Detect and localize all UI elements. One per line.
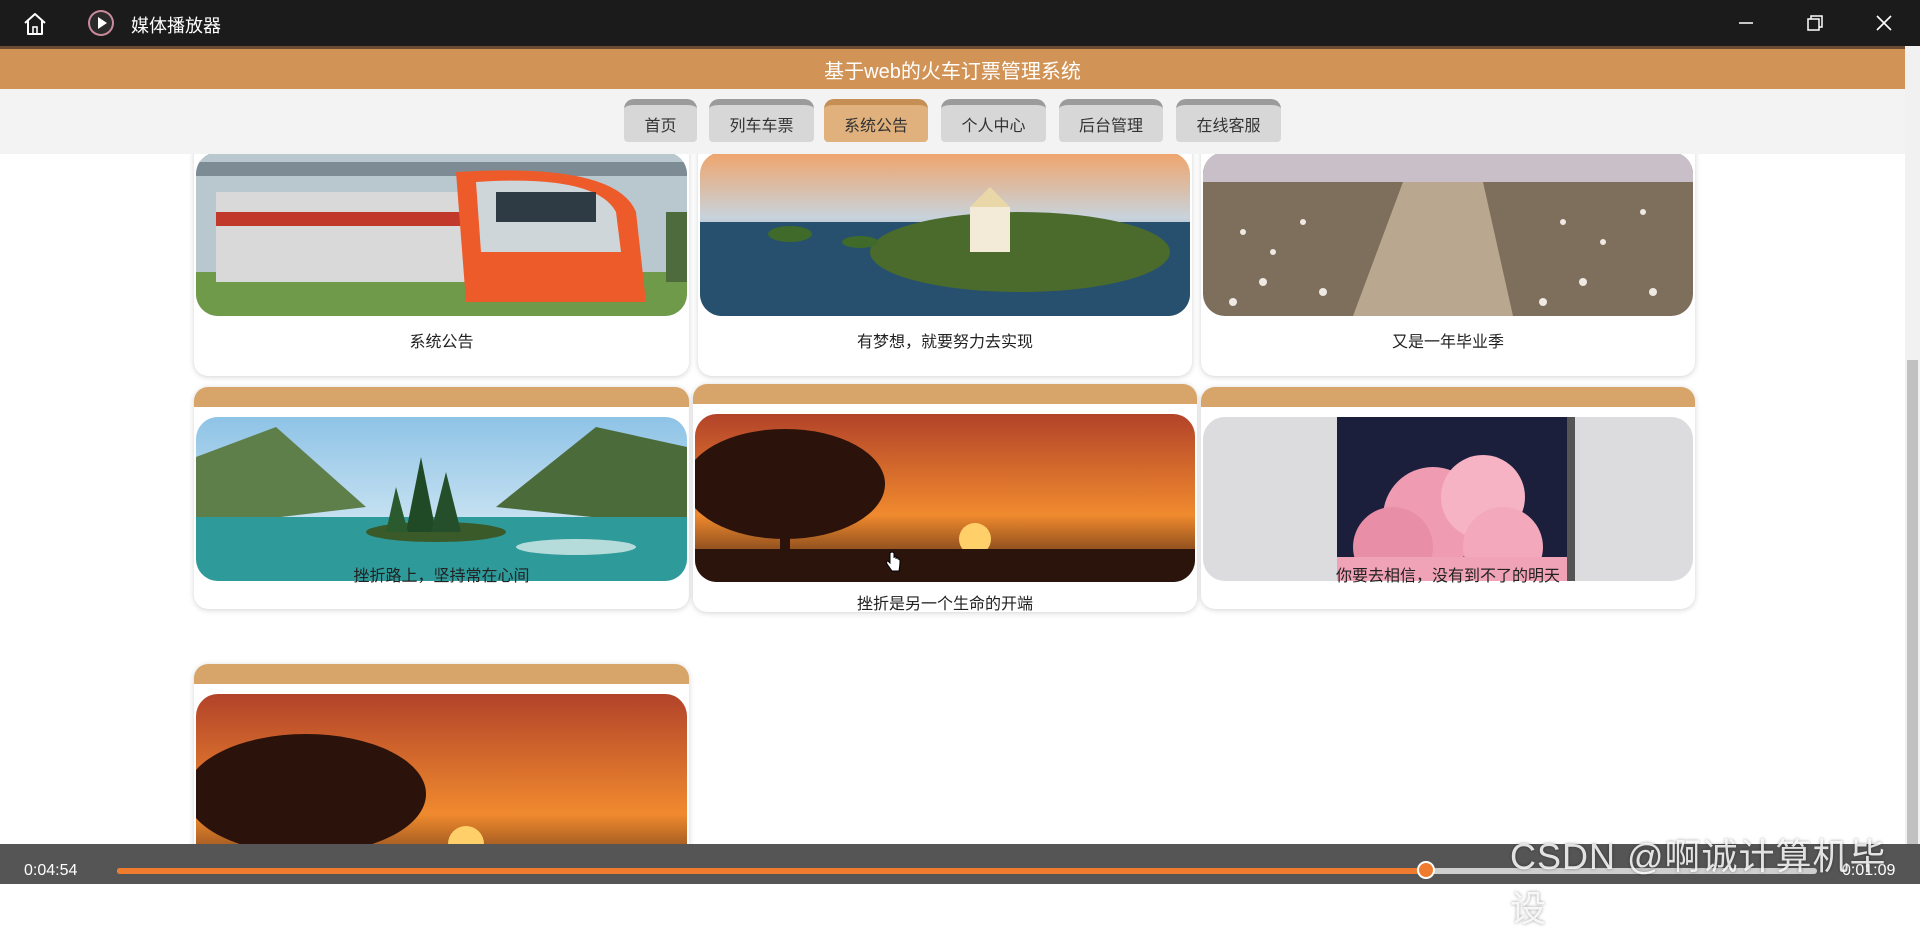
- time-elapsed: 0:04:54: [24, 862, 78, 879]
- card-image-lake: [196, 417, 687, 581]
- card-image-island: [700, 154, 1190, 316]
- card-caption: 挫折路上，坚持常在心间: [353, 568, 530, 585]
- card-item[interactable]: [194, 664, 689, 844]
- card-topbar: [194, 387, 689, 407]
- card-caption: 系统公告: [409, 334, 474, 351]
- restore-button[interactable]: [1787, 0, 1843, 46]
- card-item[interactable]: 系统公告: [194, 154, 689, 376]
- card-topbar: [194, 664, 689, 684]
- card-image-train: [196, 154, 687, 316]
- main-nav: 首页 列车车票 系统公告 个人中心 后台管理 在线客服: [0, 89, 1905, 154]
- card-image-sunset-tree: [695, 414, 1195, 582]
- nav-personal-center[interactable]: 个人中心: [941, 99, 1046, 142]
- nav-online-service[interactable]: 在线客服: [1176, 99, 1281, 142]
- card-item[interactable]: 有梦想，就要努力去实现: [698, 154, 1192, 376]
- seek-handle[interactable]: [1417, 861, 1435, 879]
- card-caption: 又是一年毕业季: [1391, 334, 1504, 351]
- player-title: 媒体播放器: [131, 16, 221, 36]
- card-topbar: [693, 384, 1197, 404]
- nav-announcements[interactable]: 系统公告: [824, 99, 928, 142]
- card-caption: 有梦想，就要努力去实现: [856, 334, 1033, 351]
- hand-cursor-icon: [886, 551, 901, 572]
- card-image-dandelion: [1203, 154, 1693, 316]
- card-item[interactable]: 你要去相信，没有到不了的明天: [1201, 387, 1695, 609]
- nav-admin[interactable]: 后台管理: [1059, 99, 1163, 142]
- player-titlebar: 媒体播放器: [0, 0, 1920, 46]
- card-caption: 你要去相信，没有到不了的明天: [1335, 568, 1560, 585]
- card-item[interactable]: 又是一年毕业季: [1201, 154, 1695, 376]
- announcement-grid: 系统公告 有梦想，就要努力去实现 又是一年毕业季 挫折路上，坚持常在心间 挫折是…: [0, 154, 1905, 844]
- nav-home[interactable]: 首页: [624, 99, 697, 142]
- site-title: 基于web的火车订票管理系统: [0, 46, 1905, 89]
- scrollbar-thumb[interactable]: [1907, 360, 1918, 844]
- card-item[interactable]: 挫折路上，坚持常在心间: [194, 387, 689, 609]
- close-button[interactable]: [1856, 0, 1912, 46]
- card-caption: 挫折是另一个生命的开端: [856, 596, 1033, 612]
- watermark: CSDN @啊诚计算机毕设: [1510, 836, 1887, 929]
- minimize-button[interactable]: [1718, 0, 1774, 46]
- seek-progress: [117, 868, 1426, 874]
- card-image-pink-cloud: [1203, 417, 1693, 581]
- home-icon[interactable]: [22, 11, 48, 37]
- card-topbar: [1201, 387, 1695, 407]
- card-item[interactable]: 挫折是另一个生命的开端: [693, 384, 1197, 612]
- card-image-sunset-tree: [196, 694, 687, 844]
- nav-train-tickets[interactable]: 列车车票: [709, 99, 814, 142]
- media-player-icon: [88, 10, 114, 36]
